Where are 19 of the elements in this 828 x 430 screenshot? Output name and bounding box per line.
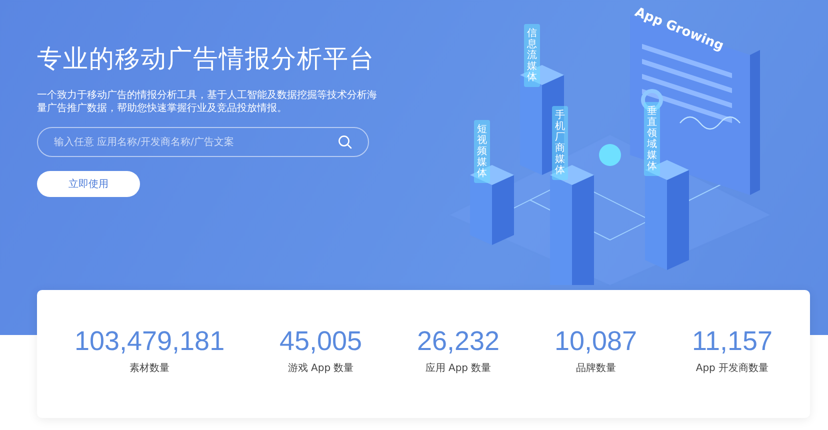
- stat-label: 素材数量: [130, 362, 170, 375]
- media-tag: 短视频媒体: [474, 120, 490, 183]
- media-tag: 垂直领域媒体: [644, 102, 660, 176]
- stat-label: 应用 App 数量: [425, 362, 492, 375]
- search-field[interactable]: 输入任意 应用名称/开发商名称/广告文案: [37, 127, 369, 157]
- stat-value: 45,005: [279, 326, 362, 357]
- stat-value: 103,479,181: [74, 326, 225, 357]
- stat-value: 10,087: [554, 326, 638, 357]
- stat-label: App 开发商数量: [696, 362, 769, 375]
- media-tag: 手机厂商媒体: [552, 106, 568, 180]
- search-icon[interactable]: [338, 135, 352, 149]
- media-tag: 信息流媒体: [524, 24, 540, 87]
- stat-value: 11,157: [692, 326, 773, 357]
- hero-description: 一个致力于移动广告的情报分析工具，基于人工智能及数据挖掘等技术分析海量广告推广数据，帮助您快速掌握行业及竞品投放情报。: [37, 89, 377, 115]
- stat-value: 26,232: [416, 326, 500, 357]
- hero-title: 专业的移动广告情报分析平台: [37, 43, 375, 75]
- start-button[interactable]: 立即使用: [37, 171, 140, 197]
- stat-label: 游戏 App 数量: [288, 362, 354, 375]
- stat-label: 品牌数量: [576, 362, 616, 375]
